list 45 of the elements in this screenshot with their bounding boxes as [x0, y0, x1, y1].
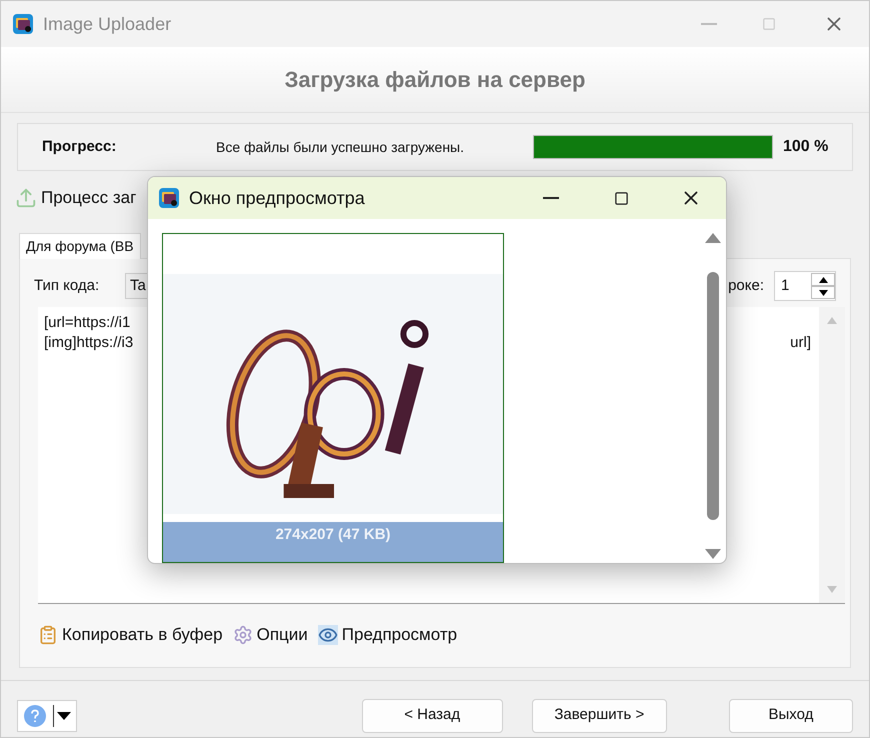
per-row-spinner[interactable]: 1 [774, 271, 836, 301]
up-arrow-icon [827, 317, 837, 324]
window-title: Image Uploader [43, 12, 172, 36]
dropdown-arrow-icon [57, 712, 71, 720]
help-split-button[interactable] [17, 700, 77, 732]
per-row-value: 1 [780, 276, 790, 296]
action-link[interactable]: Копировать в буфер [38, 622, 223, 648]
code-type-label: Тип кода: [34, 276, 100, 296]
progress-label: Прогресс: [42, 136, 118, 157]
action-link[interactable]: Предпросмотр [318, 622, 458, 648]
minimize-icon [701, 23, 717, 25]
finish-button[interactable]: Завершить > [532, 698, 667, 732]
progress-reading: 100 % [783, 137, 828, 157]
clipboard-icon [38, 624, 58, 645]
app-icon [159, 188, 179, 208]
scrollbar[interactable] [819, 307, 845, 603]
up-arrow-icon [705, 233, 721, 243]
action-link[interactable]: Опции [232, 622, 308, 648]
help-icon [24, 704, 46, 726]
code-line: [img]https://i3 [44, 333, 134, 353]
back-button[interactable]: < Назад [362, 698, 503, 732]
down-arrow-icon [818, 290, 828, 296]
exit-button[interactable]: Выход [728, 698, 853, 732]
progress-message: Все файлы были успешно загружены. [216, 138, 466, 157]
maximize-icon [762, 17, 776, 31]
upload-icon [15, 187, 37, 209]
code-line: [url=https://i1 [44, 313, 130, 333]
code-line-end: url] [790, 333, 811, 353]
down-arrow-icon [705, 549, 721, 559]
spin-up-button[interactable] [811, 273, 835, 286]
scrollbar-thumb[interactable] [707, 272, 719, 520]
tab[interactable]: Для форума (BB [19, 233, 141, 259]
down-arrow-icon [827, 586, 837, 593]
app-icon [13, 14, 33, 34]
section-label: Процесс заг [41, 187, 136, 210]
gear-icon [232, 624, 253, 645]
image-caption: 274x207 (47 KB) [275, 525, 391, 545]
minimize-icon [543, 197, 559, 199]
preview-title: Окно предпросмотра [189, 186, 365, 210]
maximize-icon [614, 190, 628, 206]
per-row-label: роке: [728, 276, 764, 296]
eye-icon [318, 624, 338, 645]
page-heading: Загрузка файлов на сервер [284, 66, 586, 94]
up-arrow-icon [818, 276, 828, 282]
spin-down-button[interactable] [811, 286, 835, 299]
